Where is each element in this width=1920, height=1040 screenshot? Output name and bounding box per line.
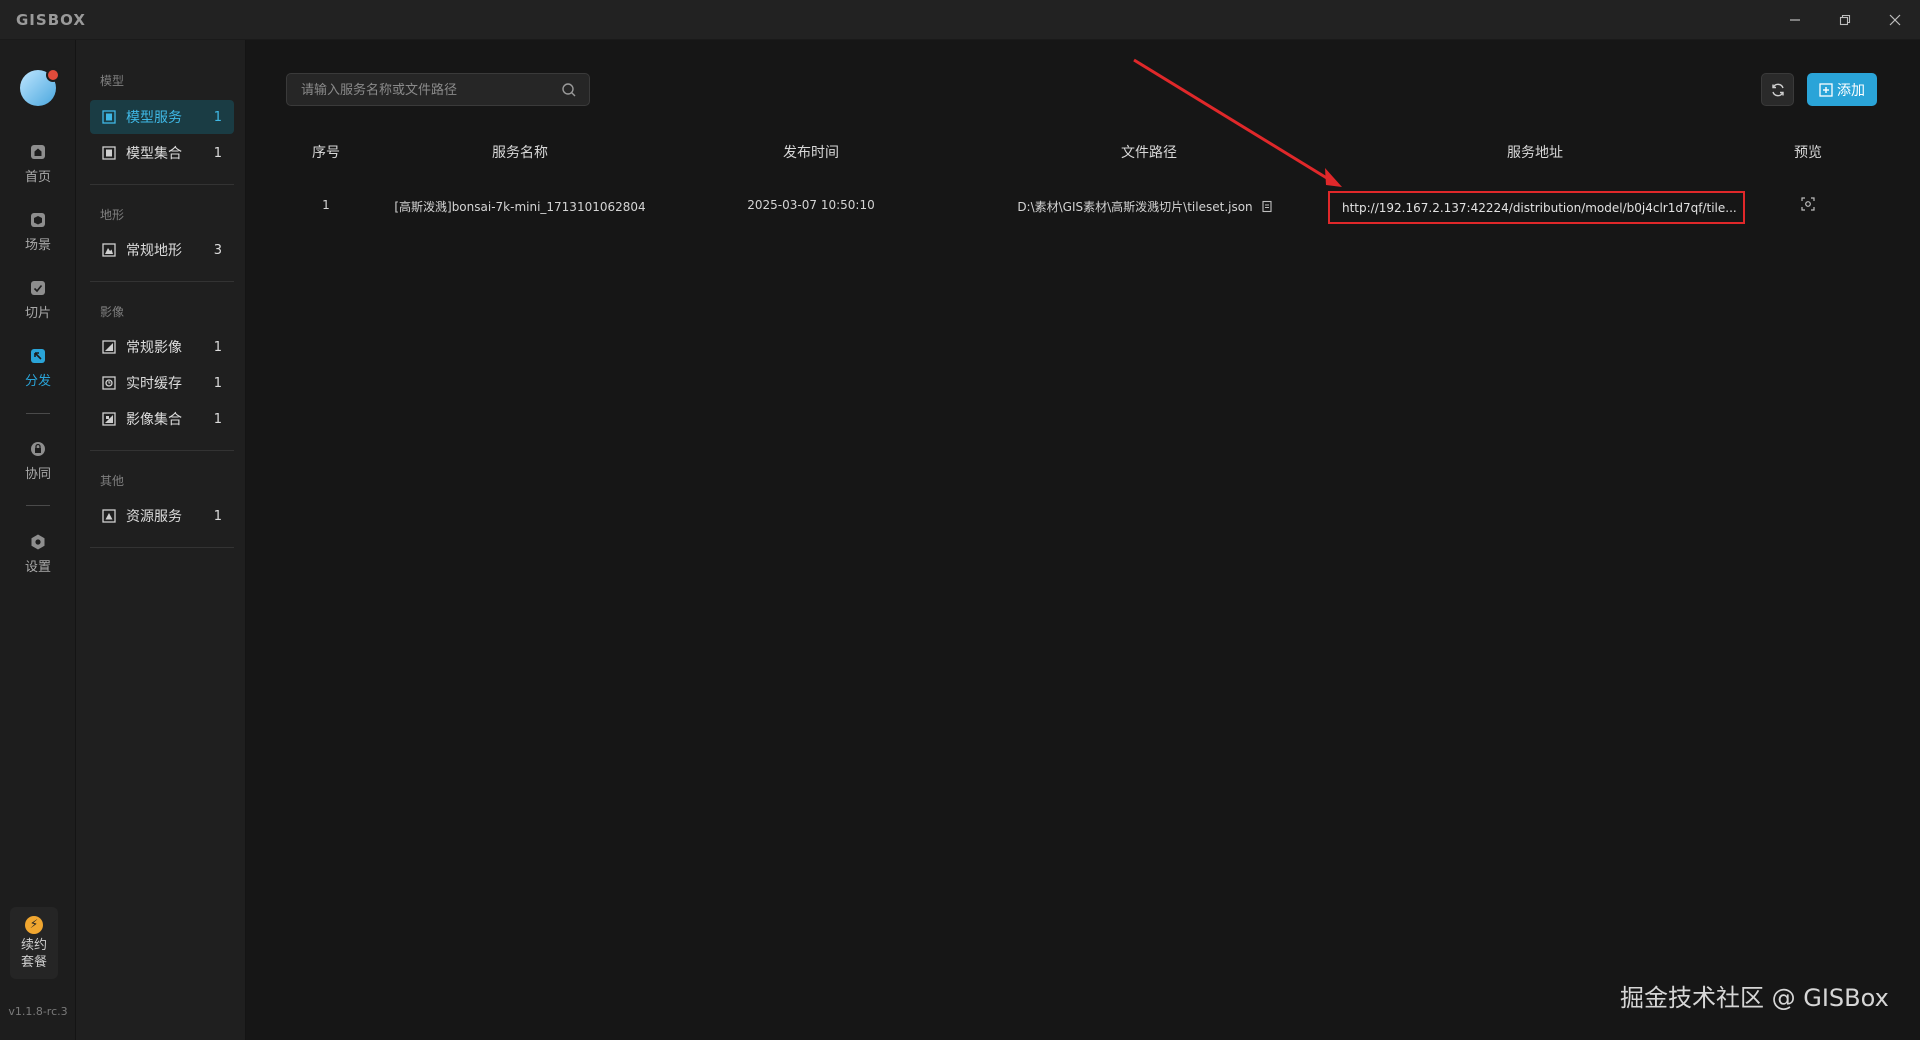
version-label: v1.1.8-rc.3: [8, 1005, 68, 1018]
slice-icon: [31, 280, 45, 295]
rail-item-label: 切片: [24, 305, 51, 321]
renew-package-button[interactable]: ⚡ 续约 套餐: [10, 907, 58, 979]
copy-icon[interactable]: [1261, 200, 1273, 213]
renew-label-2: 套餐: [20, 954, 47, 970]
sidebar-item-label: 模型集合: [126, 146, 182, 162]
search-box: [286, 73, 590, 106]
preview-button[interactable]: [1800, 196, 1816, 212]
rail-item-slice[interactable]: 切片: [0, 271, 76, 327]
sidebar-item-count: 1: [213, 145, 222, 161]
watermark: 掘金技术社区 @ GISBox: [1620, 984, 1889, 1012]
rail-divider: [26, 413, 50, 414]
add-icon: [1819, 82, 1833, 97]
sidebar-divider: [90, 281, 234, 282]
add-button[interactable]: 添加: [1807, 73, 1877, 106]
maximize-button[interactable]: [1825, 6, 1865, 34]
model-service-icon: [102, 110, 116, 124]
row-publish-time: 2025-03-07 10:50:10: [747, 198, 875, 212]
close-icon: [1889, 14, 1901, 26]
bolt-icon: ⚡: [25, 915, 43, 934]
distribute-icon: [31, 348, 45, 363]
sidebar-item-label: 常规地形: [126, 243, 182, 259]
sidebar-item-label: 资源服务: [126, 509, 182, 525]
row-file-path: D:\素材\GIS素材\高斯泼溅切片\tileset.json: [980, 198, 1310, 215]
sidebar-item-count: 1: [213, 375, 222, 391]
sidebar-item-imagery-collection[interactable]: 影像集合 1: [90, 402, 234, 436]
sidebar-item-count: 3: [213, 242, 222, 258]
sidebar-divider: [90, 184, 234, 185]
column-header-preview: 预览: [1794, 145, 1822, 161]
notification-badge: [46, 68, 60, 82]
scene-icon: [31, 212, 45, 227]
sidebar-item-model-collection[interactable]: 模型集合 1: [90, 136, 234, 170]
row-index: 1: [322, 198, 330, 212]
column-header-index: 序号: [312, 145, 340, 161]
imagery-icon: [102, 340, 116, 354]
resource-service-icon: [102, 509, 116, 523]
sidebar-item-imagery[interactable]: 常规影像 1: [90, 330, 234, 364]
group-title-imagery: 影像: [100, 305, 125, 319]
restore-icon: [1839, 14, 1851, 26]
sidebar-item-count: 1: [213, 508, 222, 524]
terrain-icon: [102, 243, 116, 257]
sidebar-item-label: 模型服务: [126, 110, 182, 126]
row-service-name: [高斯泼溅]bonsai-7k-mini_1713101062804: [394, 200, 646, 214]
model-collection-icon: [102, 146, 116, 160]
column-header-time: 发布时间: [783, 145, 839, 161]
search-input[interactable]: [301, 81, 551, 99]
rail-divider: [26, 505, 50, 506]
sidebar-item-count: 1: [213, 109, 222, 125]
rail-item-settings[interactable]: 设置: [0, 525, 76, 581]
collab-icon: [31, 441, 45, 456]
add-button-label: 添加: [1837, 82, 1865, 99]
search-icon[interactable]: [561, 82, 577, 98]
rail-item-collab[interactable]: 协同: [0, 432, 76, 488]
group-title-other: 其他: [100, 474, 125, 488]
rail-item-label: 设置: [24, 559, 51, 575]
settings-icon: [31, 534, 45, 549]
sidebar-item-resource-service[interactable]: 资源服务 1: [90, 499, 234, 533]
sidebar-item-realtime-cache[interactable]: 实时缓存 1: [90, 366, 234, 400]
annotation-arrow: [1133, 58, 1342, 187]
file-path-text: D:\素材\GIS素材\高斯泼溅切片\tileset.json: [1017, 200, 1253, 214]
nav-rail: 首页 场景 切片 分发 协同 设置 ⚡ 续约 套餐 v1.1.8-rc.3: [0, 40, 76, 1040]
rail-item-label: 分发: [24, 373, 51, 389]
minimize-button[interactable]: [1775, 6, 1815, 34]
sidebar-item-count: 1: [213, 339, 222, 355]
category-list: 模型 模型服务 1 模型集合 1 地形 常规地形 3 影像 常规影像 1 实时缓…: [76, 40, 246, 1040]
sidebar-item-count: 1: [213, 411, 222, 427]
sidebar-item-label: 实时缓存: [126, 376, 182, 392]
rail-item-label: 首页: [24, 169, 51, 185]
rail-item-label: 协同: [24, 466, 51, 482]
home-icon: [31, 144, 45, 159]
renew-label-1: 续约: [20, 937, 47, 953]
preview-icon: [1801, 197, 1815, 211]
rail-item-scene[interactable]: 场景: [0, 203, 76, 259]
service-url-highlight: http://192.167.2.137:42224/distribution/…: [1328, 191, 1745, 224]
minimize-icon: [1790, 19, 1800, 21]
row-service-url[interactable]: http://192.167.2.137:42224/distribution/…: [1342, 201, 1737, 215]
sidebar-item-terrain[interactable]: 常规地形 3: [90, 233, 234, 267]
imagery-collection-icon: [102, 412, 116, 426]
sidebar-item-label: 常规影像: [126, 340, 182, 356]
refresh-icon: [1771, 83, 1784, 96]
rail-item-label: 场景: [24, 237, 51, 253]
sidebar-divider: [90, 450, 234, 451]
sidebar-item-model-service[interactable]: 模型服务 1: [90, 100, 234, 134]
rail-item-home[interactable]: 首页: [0, 135, 76, 191]
app-logo: GISBOX: [16, 11, 86, 29]
sidebar-item-label: 影像集合: [126, 412, 182, 428]
sidebar-divider: [90, 547, 234, 548]
rail-item-distribute[interactable]: 分发: [0, 339, 76, 395]
group-title-model: 模型: [100, 74, 125, 88]
realtime-cache-icon: [102, 376, 116, 390]
close-button[interactable]: [1875, 6, 1915, 34]
column-header-name: 服务名称: [492, 145, 548, 161]
title-bar: GISBOX: [0, 0, 1920, 40]
column-header-url: 服务地址: [1507, 145, 1563, 161]
group-title-terrain: 地形: [100, 208, 125, 222]
refresh-button[interactable]: [1761, 73, 1794, 106]
